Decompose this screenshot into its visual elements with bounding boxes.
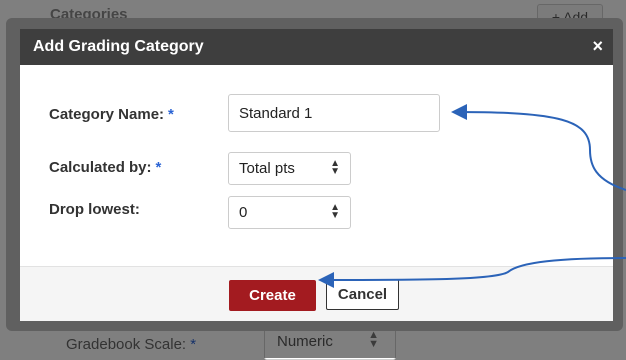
required-indicator: * — [168, 106, 174, 123]
create-button[interactable]: Create — [229, 280, 316, 311]
category-name-label-text: Category Name: — [49, 106, 165, 123]
drop-lowest-label: Drop lowest: — [49, 201, 140, 218]
select-arrows-icon: ▲▼ — [330, 158, 340, 177]
drop-lowest-row: Drop lowest: 0 ▲ ▼ — [20, 196, 613, 241]
add-grading-category-dialog: Add Grading Category × Category Name:* C… — [20, 29, 613, 321]
modal-title: Add Grading Category — [33, 38, 204, 55]
cancel-button[interactable]: Cancel — [326, 279, 399, 310]
calculated-by-label-text: Calculated by: — [49, 159, 152, 176]
close-icon[interactable]: × — [592, 36, 603, 57]
category-name-row: Category Name: * — [20, 94, 613, 146]
required-indicator: * — [155, 159, 162, 176]
drop-lowest-value: 0 — [239, 204, 248, 221]
calculated-by-select[interactable]: Total pts ▲ ▼ — [228, 152, 351, 185]
category-name-label: Category Name: * — [49, 106, 174, 123]
calculated-by-label: Calculated by: * — [49, 159, 161, 176]
modal-header: Add Grading Category × — [20, 29, 613, 65]
calculated-by-value: Total pts — [239, 160, 295, 177]
calculated-by-row: Calculated by: * Total pts ▲ ▼ — [20, 152, 613, 199]
drop-lowest-select[interactable]: 0 ▲ ▼ — [228, 196, 351, 229]
select-arrows-icon: ▲▼ — [330, 202, 340, 221]
modal-frame: Add Grading Category × Category Name:* C… — [6, 18, 623, 331]
category-name-input[interactable] — [228, 94, 440, 132]
modal-footer: Create Cancel — [20, 266, 613, 321]
